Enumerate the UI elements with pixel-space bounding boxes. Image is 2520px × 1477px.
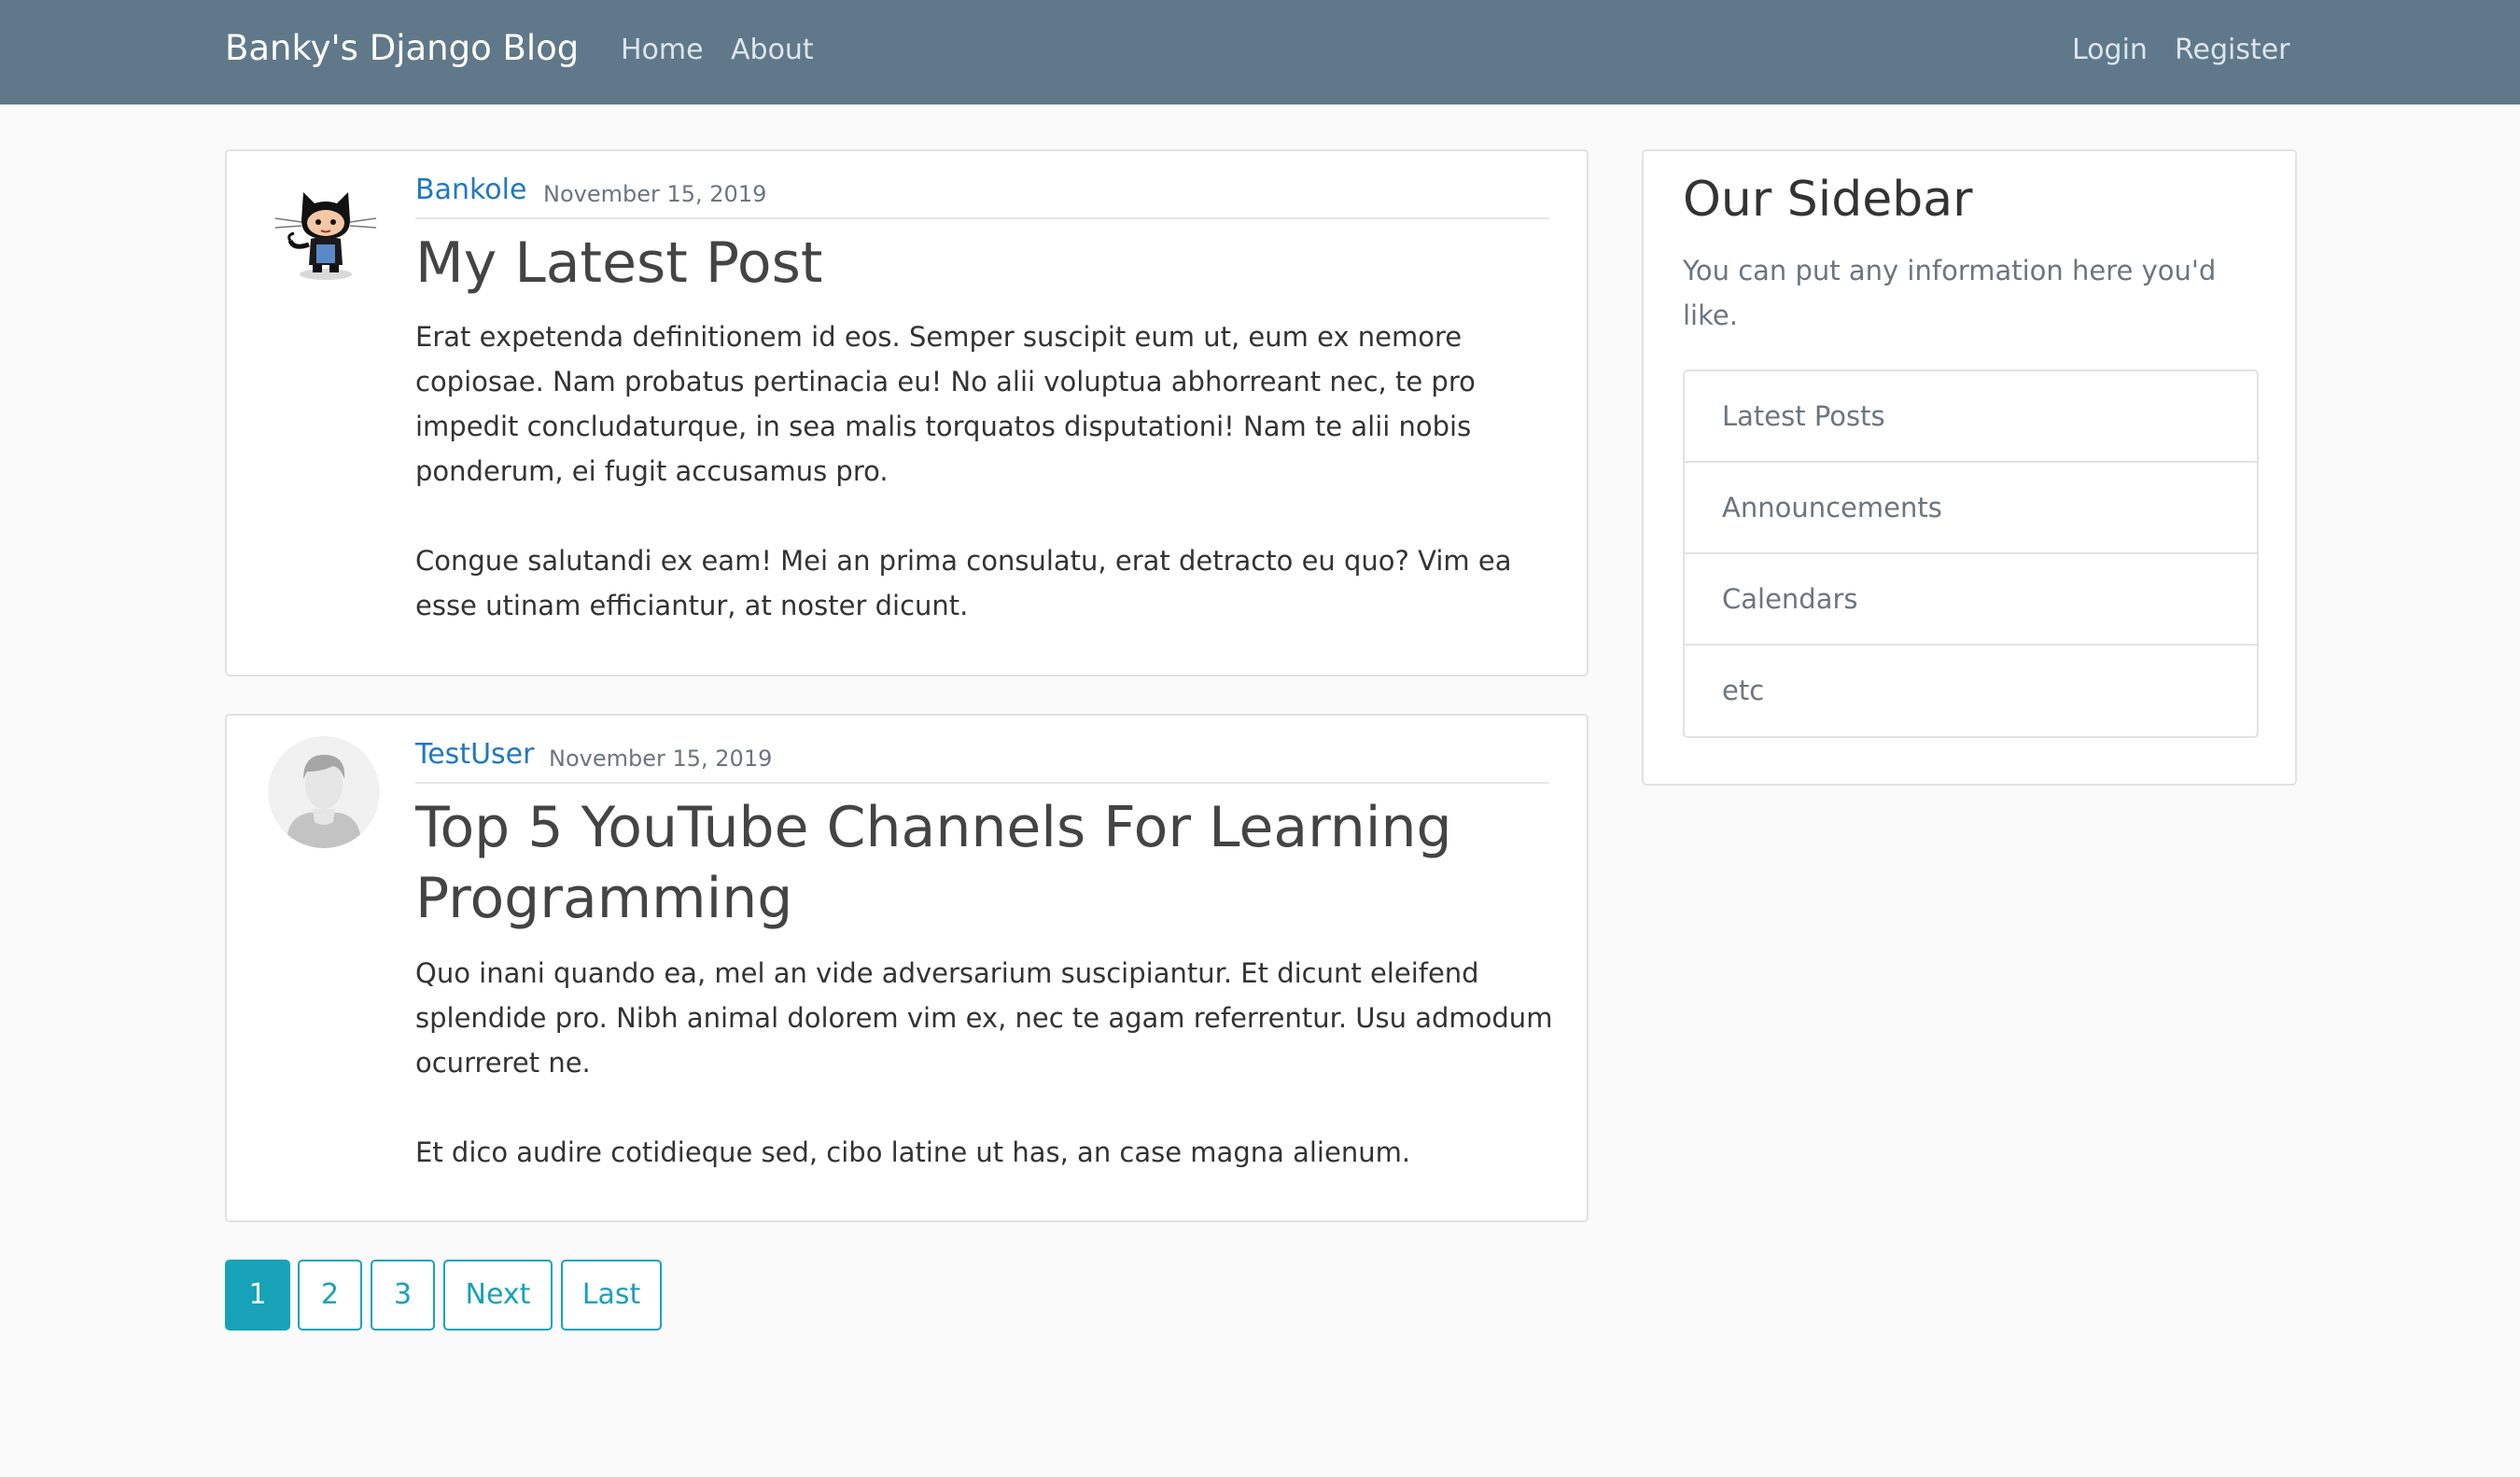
sidebar-item-etc[interactable]: etc [1685,646,2257,737]
post-paragraph: Congue salutandi ex eam! Mei an prima co… [415,545,1512,621]
post-paragraph: Erat expetenda definitionem id eos. Semp… [415,321,1476,487]
last-page-button[interactable]: Last [561,1260,662,1331]
author-link[interactable]: TestUser [415,738,534,771]
page-1-button[interactable]: 1 [225,1260,290,1331]
next-page-button[interactable]: Next [443,1260,553,1331]
post-content: Quo inani quando ea, mel an vide adversa… [415,951,1559,1175]
octocat-icon [268,172,380,284]
post-paragraph: Et dico audire cotidieque sed, cibo lati… [415,1136,1411,1168]
sidebar-card: Our Sidebar You can put any information … [1642,149,2297,786]
sidebar-list: Latest Posts Announcements Calendars etc [1683,369,2259,738]
brand-link[interactable]: Banky's Django Blog [225,28,579,68]
post-title-link[interactable]: My Latest Post [415,228,1554,299]
sidebar-item-announcements[interactable]: Announcements [1685,463,2257,554]
meta-divider [415,217,1549,219]
sidebar-title: Our Sidebar [1683,172,1973,228]
post-title-link[interactable]: Top 5 YouTube Channels For Learning Prog… [415,792,1517,934]
page-3-button[interactable]: 3 [371,1260,435,1331]
nav-login-link[interactable]: Login [2072,34,2148,66]
nav-register-link[interactable]: Register [2175,34,2290,66]
sidebar-description: You can put any information here you'd l… [1683,255,2217,331]
post-content: Erat expetenda definitionem id eos. Semp… [415,314,1559,628]
sidebar-item-latest-posts[interactable]: Latest Posts [1685,371,2257,463]
author-link[interactable]: Bankole [415,174,526,206]
page-2-button[interactable]: 2 [298,1260,362,1331]
sidebar-item-calendars[interactable]: Calendars [1685,554,2257,646]
post-paragraph: Quo inani quando ea, mel an vide adversa… [415,957,1553,1079]
nav-home-link[interactable]: Home [621,34,704,66]
post-card: Bankole November 15, 2019 My Latest Post… [225,149,1589,676]
post-date: November 15, 2019 [549,745,773,772]
post-card: TestUser November 15, 2019 Top 5 YouTube… [225,714,1589,1222]
navbar: Banky's Django Blog Home About Login Reg… [0,0,2520,105]
default-user-icon [268,736,380,848]
post-date: November 15, 2019 [543,181,767,207]
meta-divider [415,782,1549,784]
nav-about-link[interactable]: About [731,34,814,66]
